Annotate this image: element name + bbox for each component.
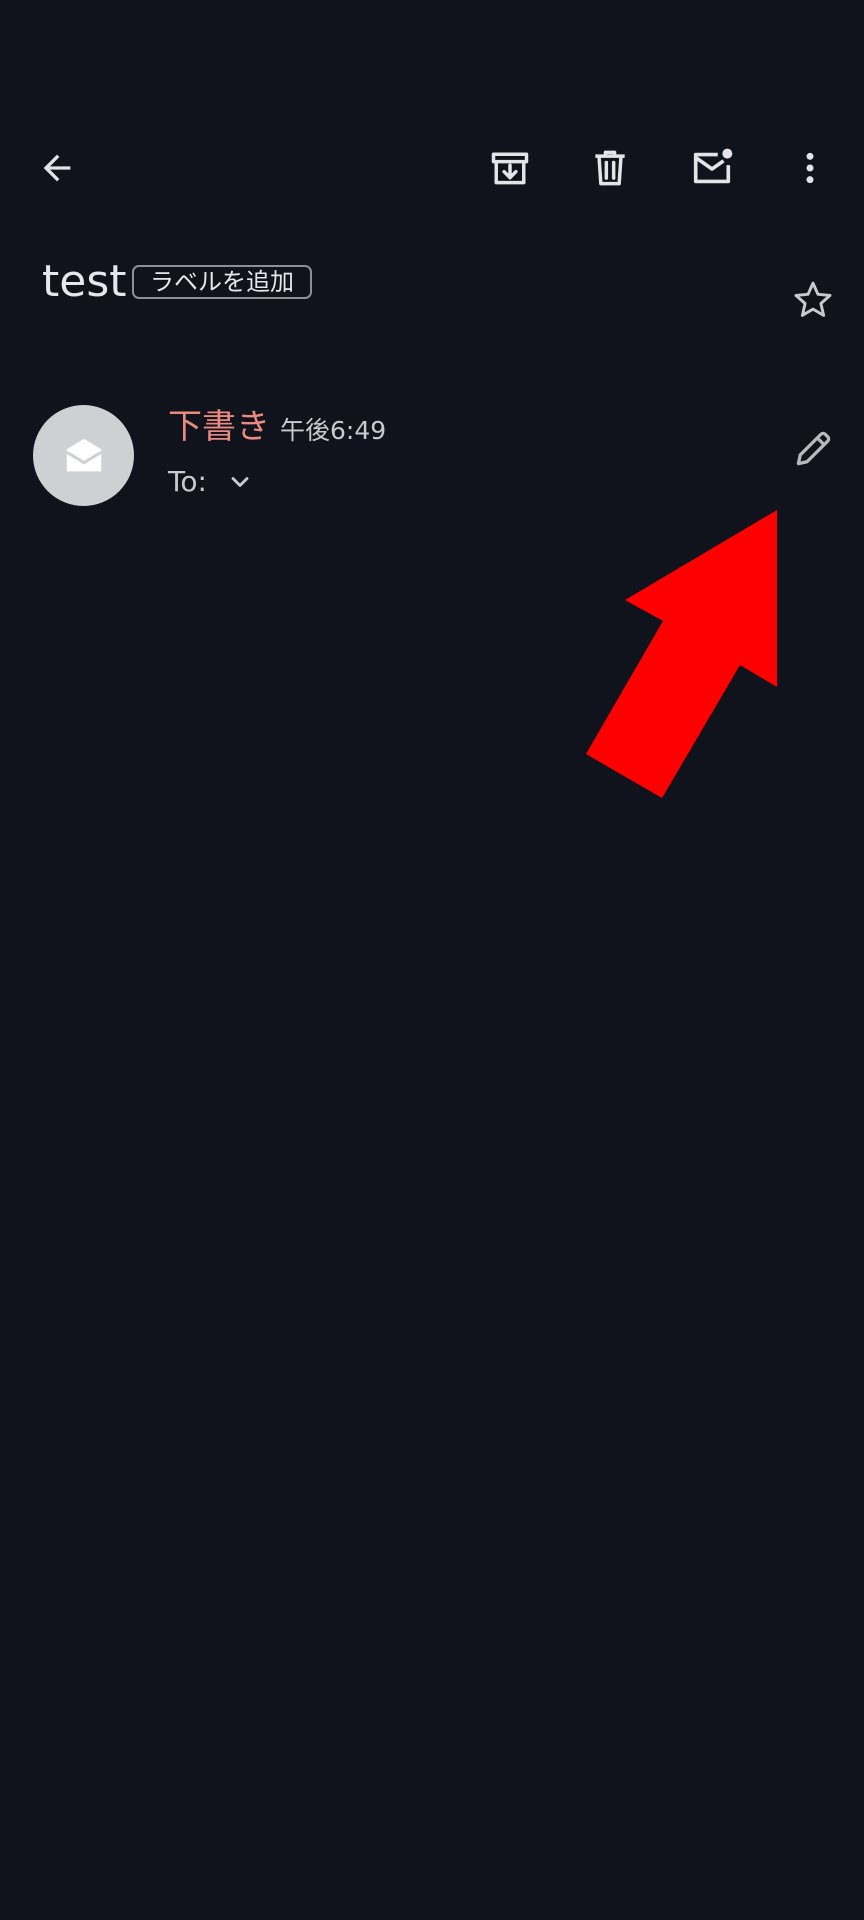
sender-avatar xyxy=(33,405,134,506)
star-outline-icon xyxy=(794,281,832,317)
mail-unread-icon xyxy=(693,148,733,184)
delete-button[interactable] xyxy=(578,136,642,200)
back-button[interactable] xyxy=(25,136,89,200)
expand-recipients-button[interactable] xyxy=(218,450,262,514)
message-time: 午後6:49 xyxy=(280,416,387,445)
archive-icon xyxy=(491,152,529,185)
more-options-button[interactable] xyxy=(778,136,842,200)
pencil-icon xyxy=(796,431,831,466)
arrow-back-icon xyxy=(43,154,71,182)
email-subject: test xyxy=(42,256,127,307)
edit-draft-button[interactable] xyxy=(782,416,846,480)
open-envelope-icon xyxy=(65,438,102,471)
trash-icon xyxy=(595,150,625,186)
archive-button[interactable] xyxy=(478,136,542,200)
chevron-down-icon xyxy=(231,477,249,487)
red-arrow-annotation xyxy=(586,510,777,798)
draft-label: 下書き xyxy=(168,407,270,447)
recipient-to-label: To: xyxy=(168,465,207,498)
add-label-chip[interactable]: ラベルを追加 xyxy=(132,265,312,299)
star-button[interactable] xyxy=(781,268,845,332)
more-vert-icon xyxy=(806,152,814,184)
mark-unread-button[interactable] xyxy=(680,136,744,200)
